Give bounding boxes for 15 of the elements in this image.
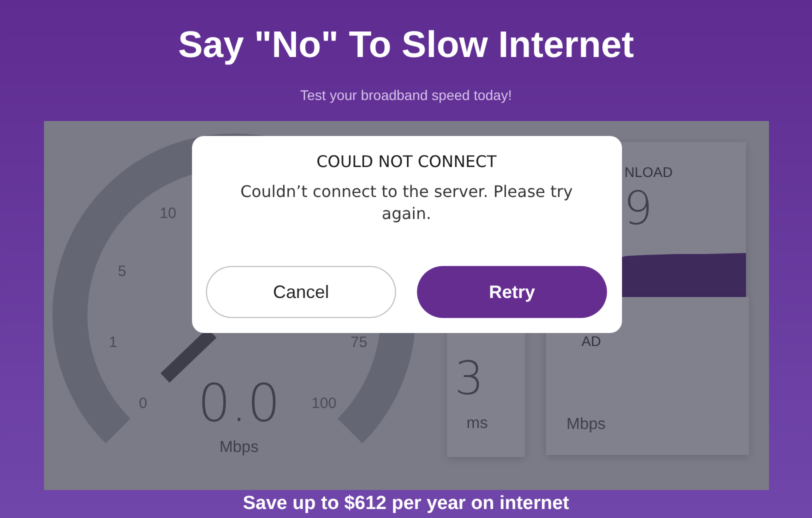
speed-unit: Mbps [218,439,258,456]
speed-reading: 0.0 [197,374,280,434]
subtitle: Test your broadband speed today! [300,86,512,104]
cancel-button[interactable]: Cancel [206,266,396,318]
jitter-unit: ms [466,414,489,434]
dialog-message: Couldn’t connect to the server. Please try again. [239,181,574,225]
page-title: Say "No" To Slow Internet [178,23,634,67]
retry-button[interactable]: Retry [417,266,607,318]
jitter-value: 3 [454,350,484,406]
upload-label: AD [582,333,601,349]
upload-unit: Mbps [566,415,607,435]
download-label: NLOAD [624,164,673,180]
download-value: 9 [624,180,653,236]
savings-text: Save up to $612 per year on internet [242,492,570,516]
dialog-title: COULD NOT CONNECT [316,152,496,172]
